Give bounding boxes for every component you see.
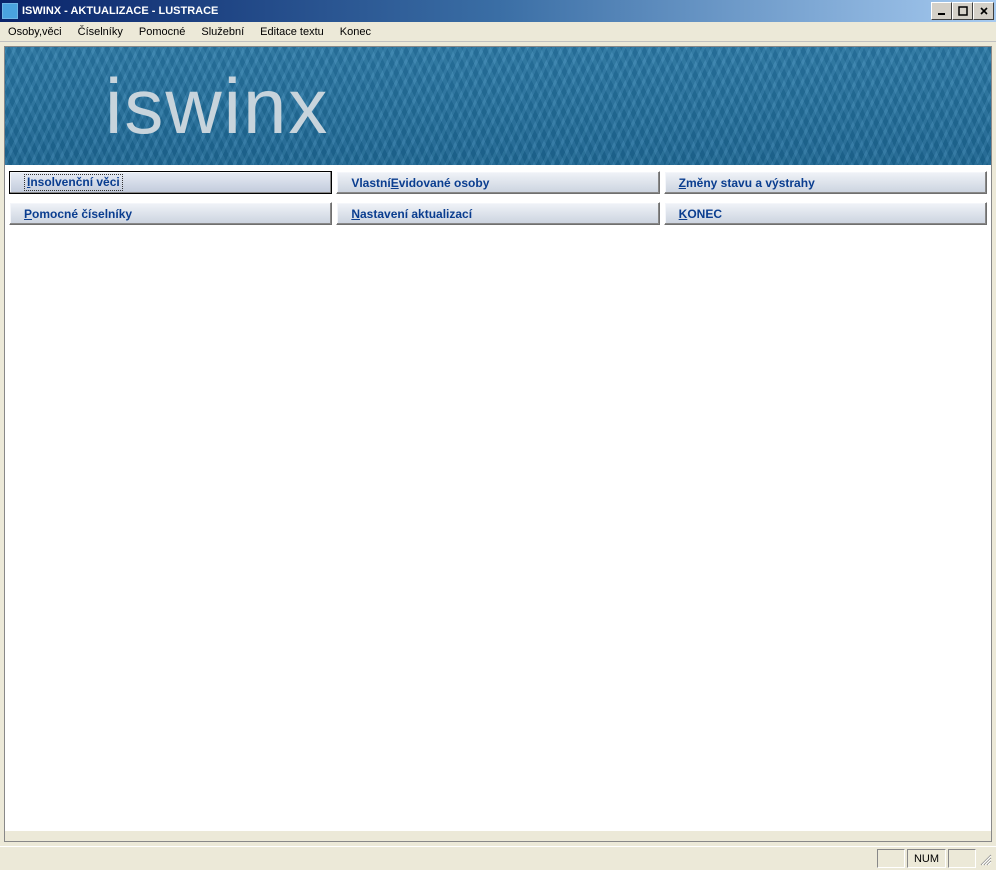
window-controls: [931, 2, 994, 20]
konec-button[interactable]: KONEC: [664, 202, 987, 225]
nastaveni-aktualizaci-button[interactable]: Nastavení aktualizací: [336, 202, 659, 225]
menu-sluzebni[interactable]: Služební: [197, 24, 248, 40]
menu-editace-textu[interactable]: Editace textu: [256, 24, 328, 40]
status-spacer: [2, 849, 875, 868]
minimize-button[interactable]: [931, 2, 952, 20]
vlastni-evidovane-osoby-button[interactable]: Vlastní Evidované osoby: [336, 171, 659, 194]
menu-konec[interactable]: Konec: [336, 24, 375, 40]
button-row-2: Pomocné číselníky Nastavení aktualizací …: [9, 202, 987, 225]
frame-bottom-strip: [5, 831, 991, 841]
menu-osoby-veci[interactable]: Osoby,věci: [4, 24, 66, 40]
resize-grip[interactable]: [976, 849, 994, 868]
button-grid: Insolvenční věci Vlastní Evidované osoby…: [5, 165, 991, 239]
window-title: ISWINX - AKTUALIZACE - LUSTRACE: [22, 5, 931, 17]
maximize-button[interactable]: [952, 2, 973, 20]
app-icon: [2, 3, 18, 19]
title-bar: ISWINX - AKTUALIZACE - LUSTRACE: [0, 0, 996, 22]
menu-ciselniky[interactable]: Číselníky: [74, 24, 127, 40]
status-indicator-num: NUM: [907, 849, 946, 868]
inner-frame: iswinx Insolvenční věci Vlastní Evidovan…: [4, 46, 992, 842]
zmeny-stavu-a-vystrahy-button[interactable]: Změny stavu a výstrahy: [664, 171, 987, 194]
banner-text: iswinx: [105, 61, 329, 152]
menu-bar: Osoby,věci Číselníky Pomocné Služební Ed…: [0, 22, 996, 42]
status-cell-3: [948, 849, 976, 868]
close-button[interactable]: [973, 2, 994, 20]
banner: iswinx: [5, 47, 991, 165]
menu-pomocne[interactable]: Pomocné: [135, 24, 189, 40]
status-bar: NUM: [0, 846, 996, 870]
insolvencni-veci-button[interactable]: Insolvenční věci: [9, 171, 332, 194]
pomocne-ciselniky-button[interactable]: Pomocné číselníky: [9, 202, 332, 225]
status-cell-1: [877, 849, 905, 868]
client-area: iswinx Insolvenční věci Vlastní Evidovan…: [0, 42, 996, 846]
button-row-1: Insolvenční věci Vlastní Evidované osoby…: [9, 171, 987, 194]
